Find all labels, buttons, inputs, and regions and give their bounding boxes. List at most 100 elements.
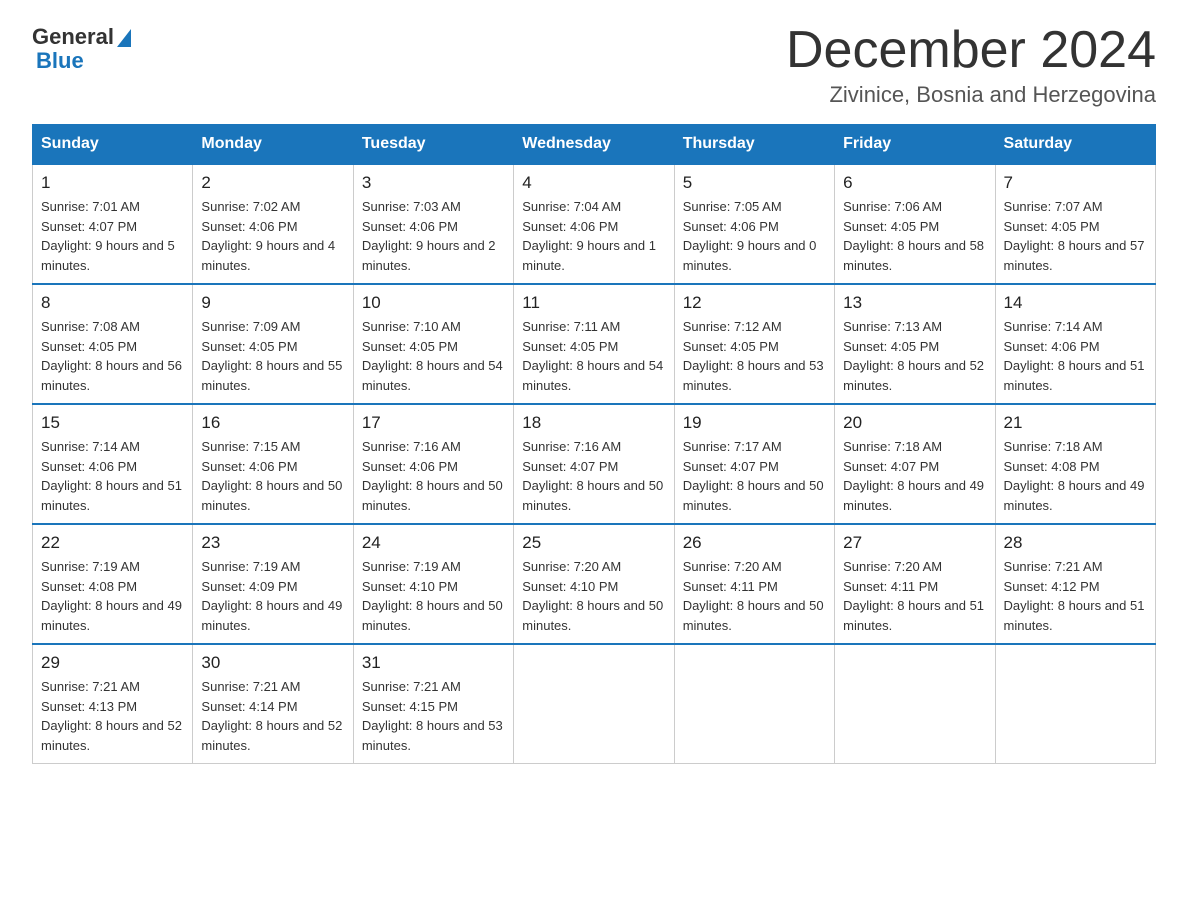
day-info: Sunrise: 7:18 AMSunset: 4:08 PMDaylight:… bbox=[1004, 437, 1147, 515]
title-area: December 2024 Zivinice, Bosnia and Herze… bbox=[786, 24, 1156, 108]
day-info: Sunrise: 7:03 AMSunset: 4:06 PMDaylight:… bbox=[362, 197, 505, 275]
calendar-cell: 16 Sunrise: 7:15 AMSunset: 4:06 PMDaylig… bbox=[193, 404, 353, 524]
logo-blue-text: Blue bbox=[32, 48, 84, 74]
calendar-cell: 2 Sunrise: 7:02 AMSunset: 4:06 PMDayligh… bbox=[193, 164, 353, 284]
day-number: 30 bbox=[201, 653, 344, 673]
calendar-week-5: 29 Sunrise: 7:21 AMSunset: 4:13 PMDaylig… bbox=[33, 644, 1156, 764]
day-info: Sunrise: 7:13 AMSunset: 4:05 PMDaylight:… bbox=[843, 317, 986, 395]
calendar-cell: 21 Sunrise: 7:18 AMSunset: 4:08 PMDaylig… bbox=[995, 404, 1155, 524]
calendar-cell: 4 Sunrise: 7:04 AMSunset: 4:06 PMDayligh… bbox=[514, 164, 674, 284]
day-info: Sunrise: 7:19 AMSunset: 4:10 PMDaylight:… bbox=[362, 557, 505, 635]
day-number: 5 bbox=[683, 173, 826, 193]
day-info: Sunrise: 7:06 AMSunset: 4:05 PMDaylight:… bbox=[843, 197, 986, 275]
day-info: Sunrise: 7:16 AMSunset: 4:06 PMDaylight:… bbox=[362, 437, 505, 515]
day-info: Sunrise: 7:05 AMSunset: 4:06 PMDaylight:… bbox=[683, 197, 826, 275]
calendar-cell: 9 Sunrise: 7:09 AMSunset: 4:05 PMDayligh… bbox=[193, 284, 353, 404]
calendar-cell bbox=[995, 644, 1155, 764]
day-info: Sunrise: 7:20 AMSunset: 4:11 PMDaylight:… bbox=[683, 557, 826, 635]
day-number: 6 bbox=[843, 173, 986, 193]
day-info: Sunrise: 7:09 AMSunset: 4:05 PMDaylight:… bbox=[201, 317, 344, 395]
calendar-cell: 18 Sunrise: 7:16 AMSunset: 4:07 PMDaylig… bbox=[514, 404, 674, 524]
day-number: 8 bbox=[41, 293, 184, 313]
day-info: Sunrise: 7:21 AMSunset: 4:15 PMDaylight:… bbox=[362, 677, 505, 755]
day-number: 27 bbox=[843, 533, 986, 553]
calendar-cell: 31 Sunrise: 7:21 AMSunset: 4:15 PMDaylig… bbox=[353, 644, 513, 764]
day-number: 3 bbox=[362, 173, 505, 193]
day-info: Sunrise: 7:20 AMSunset: 4:11 PMDaylight:… bbox=[843, 557, 986, 635]
calendar-cell: 14 Sunrise: 7:14 AMSunset: 4:06 PMDaylig… bbox=[995, 284, 1155, 404]
logo-general-text: General bbox=[32, 24, 114, 50]
day-number: 21 bbox=[1004, 413, 1147, 433]
day-info: Sunrise: 7:17 AMSunset: 4:07 PMDaylight:… bbox=[683, 437, 826, 515]
day-info: Sunrise: 7:02 AMSunset: 4:06 PMDaylight:… bbox=[201, 197, 344, 275]
calendar-week-3: 15 Sunrise: 7:14 AMSunset: 4:06 PMDaylig… bbox=[33, 404, 1156, 524]
day-info: Sunrise: 7:19 AMSunset: 4:09 PMDaylight:… bbox=[201, 557, 344, 635]
calendar-cell: 28 Sunrise: 7:21 AMSunset: 4:12 PMDaylig… bbox=[995, 524, 1155, 644]
header-tuesday: Tuesday bbox=[353, 125, 513, 165]
header-sunday: Sunday bbox=[33, 125, 193, 165]
calendar-cell: 12 Sunrise: 7:12 AMSunset: 4:05 PMDaylig… bbox=[674, 284, 834, 404]
day-number: 7 bbox=[1004, 173, 1147, 193]
day-number: 18 bbox=[522, 413, 665, 433]
day-number: 11 bbox=[522, 293, 665, 313]
day-number: 31 bbox=[362, 653, 505, 673]
day-info: Sunrise: 7:21 AMSunset: 4:13 PMDaylight:… bbox=[41, 677, 184, 755]
day-number: 19 bbox=[683, 413, 826, 433]
day-number: 28 bbox=[1004, 533, 1147, 553]
page-header: General Blue December 2024 Zivinice, Bos… bbox=[32, 24, 1156, 108]
day-info: Sunrise: 7:07 AMSunset: 4:05 PMDaylight:… bbox=[1004, 197, 1147, 275]
header-monday: Monday bbox=[193, 125, 353, 165]
calendar-cell: 24 Sunrise: 7:19 AMSunset: 4:10 PMDaylig… bbox=[353, 524, 513, 644]
day-info: Sunrise: 7:14 AMSunset: 4:06 PMDaylight:… bbox=[41, 437, 184, 515]
header-friday: Friday bbox=[835, 125, 995, 165]
calendar-cell bbox=[514, 644, 674, 764]
calendar-table: SundayMondayTuesdayWednesdayThursdayFrid… bbox=[32, 124, 1156, 764]
day-number: 2 bbox=[201, 173, 344, 193]
calendar-cell: 22 Sunrise: 7:19 AMSunset: 4:08 PMDaylig… bbox=[33, 524, 193, 644]
month-title: December 2024 bbox=[786, 24, 1156, 76]
logo-triangle-icon bbox=[117, 29, 131, 47]
day-info: Sunrise: 7:08 AMSunset: 4:05 PMDaylight:… bbox=[41, 317, 184, 395]
calendar-cell: 26 Sunrise: 7:20 AMSunset: 4:11 PMDaylig… bbox=[674, 524, 834, 644]
calendar-cell: 11 Sunrise: 7:11 AMSunset: 4:05 PMDaylig… bbox=[514, 284, 674, 404]
day-info: Sunrise: 7:14 AMSunset: 4:06 PMDaylight:… bbox=[1004, 317, 1147, 395]
day-number: 20 bbox=[843, 413, 986, 433]
day-number: 25 bbox=[522, 533, 665, 553]
calendar-week-4: 22 Sunrise: 7:19 AMSunset: 4:08 PMDaylig… bbox=[33, 524, 1156, 644]
day-number: 24 bbox=[362, 533, 505, 553]
day-info: Sunrise: 7:16 AMSunset: 4:07 PMDaylight:… bbox=[522, 437, 665, 515]
calendar-cell: 8 Sunrise: 7:08 AMSunset: 4:05 PMDayligh… bbox=[33, 284, 193, 404]
day-number: 17 bbox=[362, 413, 505, 433]
calendar-cell: 13 Sunrise: 7:13 AMSunset: 4:05 PMDaylig… bbox=[835, 284, 995, 404]
day-info: Sunrise: 7:18 AMSunset: 4:07 PMDaylight:… bbox=[843, 437, 986, 515]
day-info: Sunrise: 7:12 AMSunset: 4:05 PMDaylight:… bbox=[683, 317, 826, 395]
day-number: 29 bbox=[41, 653, 184, 673]
day-number: 4 bbox=[522, 173, 665, 193]
day-number: 22 bbox=[41, 533, 184, 553]
day-info: Sunrise: 7:21 AMSunset: 4:12 PMDaylight:… bbox=[1004, 557, 1147, 635]
day-info: Sunrise: 7:11 AMSunset: 4:05 PMDaylight:… bbox=[522, 317, 665, 395]
day-info: Sunrise: 7:19 AMSunset: 4:08 PMDaylight:… bbox=[41, 557, 184, 635]
calendar-cell bbox=[674, 644, 834, 764]
calendar-cell: 7 Sunrise: 7:07 AMSunset: 4:05 PMDayligh… bbox=[995, 164, 1155, 284]
day-number: 16 bbox=[201, 413, 344, 433]
day-number: 13 bbox=[843, 293, 986, 313]
day-info: Sunrise: 7:04 AMSunset: 4:06 PMDaylight:… bbox=[522, 197, 665, 275]
calendar-week-2: 8 Sunrise: 7:08 AMSunset: 4:05 PMDayligh… bbox=[33, 284, 1156, 404]
day-number: 23 bbox=[201, 533, 344, 553]
calendar-cell: 6 Sunrise: 7:06 AMSunset: 4:05 PMDayligh… bbox=[835, 164, 995, 284]
calendar-cell bbox=[835, 644, 995, 764]
location-subtitle: Zivinice, Bosnia and Herzegovina bbox=[786, 82, 1156, 108]
calendar-cell: 30 Sunrise: 7:21 AMSunset: 4:14 PMDaylig… bbox=[193, 644, 353, 764]
header-thursday: Thursday bbox=[674, 125, 834, 165]
calendar-cell: 19 Sunrise: 7:17 AMSunset: 4:07 PMDaylig… bbox=[674, 404, 834, 524]
logo: General Blue bbox=[32, 24, 131, 74]
day-info: Sunrise: 7:10 AMSunset: 4:05 PMDaylight:… bbox=[362, 317, 505, 395]
calendar-cell: 25 Sunrise: 7:20 AMSunset: 4:10 PMDaylig… bbox=[514, 524, 674, 644]
calendar-cell: 17 Sunrise: 7:16 AMSunset: 4:06 PMDaylig… bbox=[353, 404, 513, 524]
day-number: 9 bbox=[201, 293, 344, 313]
calendar-cell: 1 Sunrise: 7:01 AMSunset: 4:07 PMDayligh… bbox=[33, 164, 193, 284]
calendar-cell: 5 Sunrise: 7:05 AMSunset: 4:06 PMDayligh… bbox=[674, 164, 834, 284]
header-saturday: Saturday bbox=[995, 125, 1155, 165]
day-number: 10 bbox=[362, 293, 505, 313]
